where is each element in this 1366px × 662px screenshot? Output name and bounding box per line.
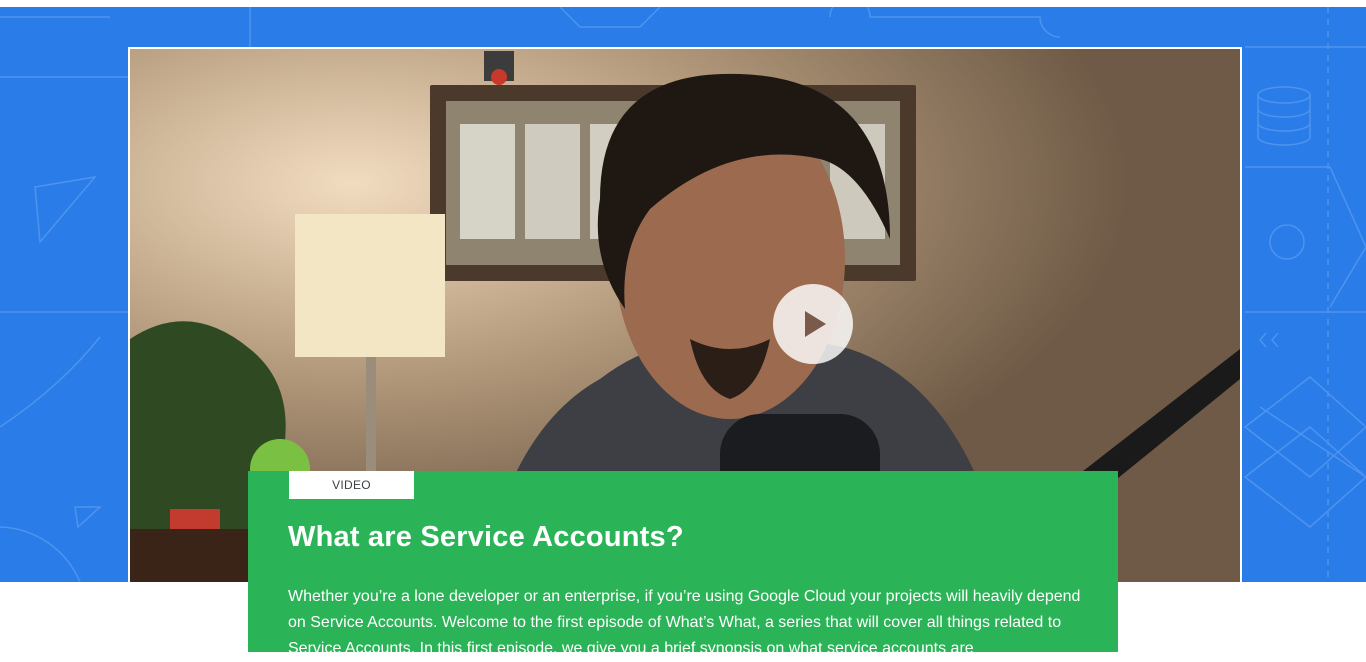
article-title: What are Service Accounts? xyxy=(288,521,684,553)
play-icon xyxy=(805,311,826,337)
article-description: Whether you’re a lone developer or an en… xyxy=(288,588,1081,657)
content-type-tag: VIDEO xyxy=(289,471,414,499)
play-button[interactable] xyxy=(773,284,853,364)
content-card: VIDEO What are Service Accounts? Whether… xyxy=(248,471,1118,657)
